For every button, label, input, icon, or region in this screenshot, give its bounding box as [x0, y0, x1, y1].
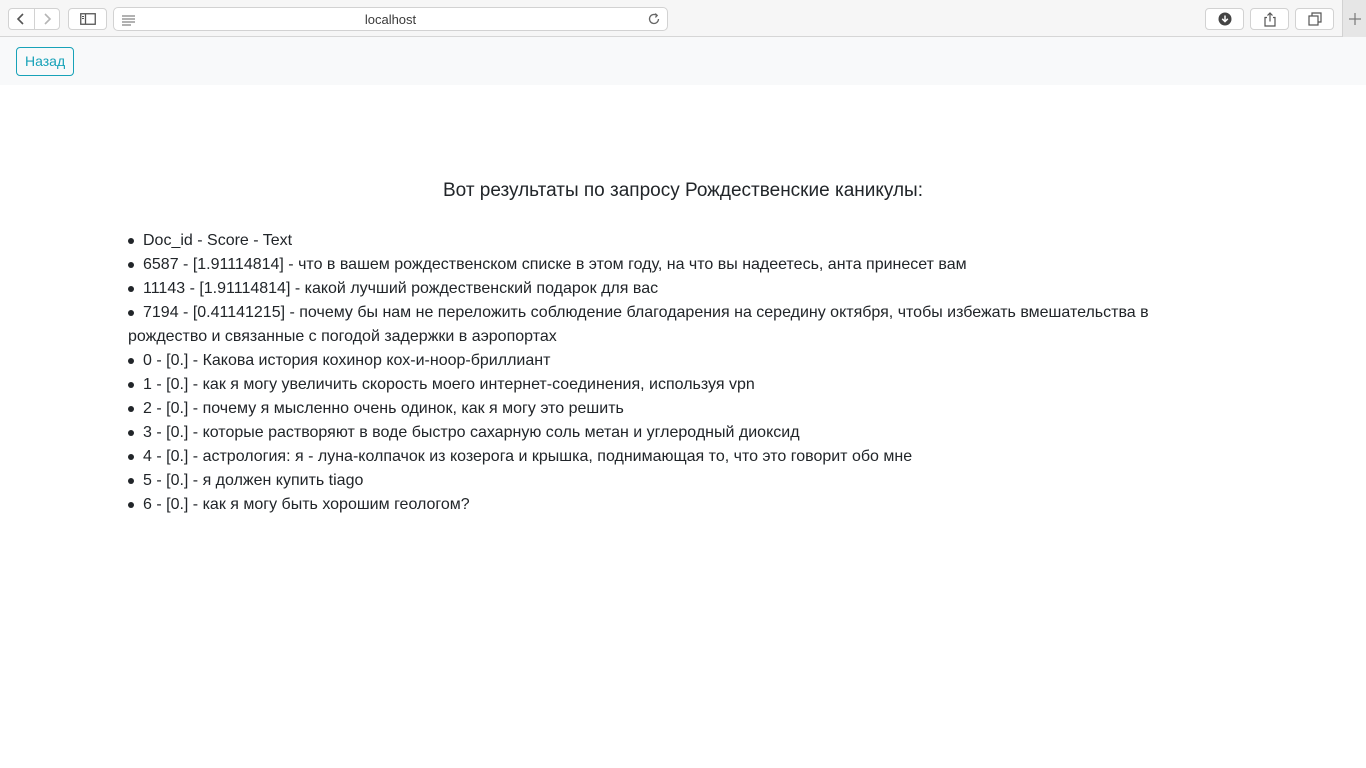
list-item: 1 - [0.] - как я могу увеличить скорость… — [128, 373, 1188, 397]
url-text: localhost — [364, 11, 417, 27]
page-title: Вот результаты по запросу Рождественские… — [443, 180, 923, 201]
tabs-icon — [1307, 12, 1322, 26]
sidebar-button[interactable] — [68, 8, 107, 30]
share-button[interactable] — [1250, 8, 1289, 30]
share-icon — [1263, 11, 1276, 27]
downloads-button[interactable] — [1205, 8, 1244, 30]
nav-buttons — [8, 8, 60, 30]
forward-arrow-icon — [44, 13, 51, 25]
list-item: 11143 - [1.91114814] - какой лучший рожд… — [128, 277, 1188, 301]
tabs-overview-button[interactable] — [1295, 8, 1334, 30]
forward-nav-button[interactable] — [33, 9, 60, 29]
download-icon — [1218, 12, 1231, 26]
sidebar-icon — [79, 13, 96, 25]
page-header: Назад — [0, 37, 1366, 85]
list-item: 3 - [0.] - которые растворяют в воде быс… — [128, 421, 1188, 445]
list-item: 4 - [0.] - астрология: я - луна-колпачок… — [128, 445, 1188, 469]
list-item: 0 - [0.] - Какова история кохинор кох-и-… — [128, 349, 1188, 373]
list-item: 2 - [0.] - почему я мысленно очень одино… — [128, 397, 1188, 421]
back-arrow-icon — [17, 13, 24, 25]
browser-toolbar: localhost — [0, 0, 1366, 37]
address-bar[interactable]: localhost — [113, 7, 668, 31]
list-item: 7194 - [0.41141215] - почему бы нам не п… — [128, 301, 1188, 349]
results-list: Doc_id - Score - Text 6587 - [1.91114814… — [128, 229, 1188, 517]
back-button[interactable]: Назад — [16, 47, 75, 76]
back-nav-button[interactable] — [9, 9, 34, 29]
reload-icon[interactable] — [647, 12, 661, 31]
list-item: 6587 - [1.91114814] - что в вашем рождес… — [128, 253, 1188, 277]
new-tab-button[interactable] — [1342, 0, 1366, 37]
list-item: 6 - [0.] - как я могу быть хорошим геоло… — [128, 493, 1188, 517]
results-header-item: Doc_id - Score - Text — [128, 229, 1188, 253]
new-tab-icon — [1348, 12, 1361, 25]
list-item: 5 - [0.] - я должен купить tiago — [128, 469, 1188, 493]
